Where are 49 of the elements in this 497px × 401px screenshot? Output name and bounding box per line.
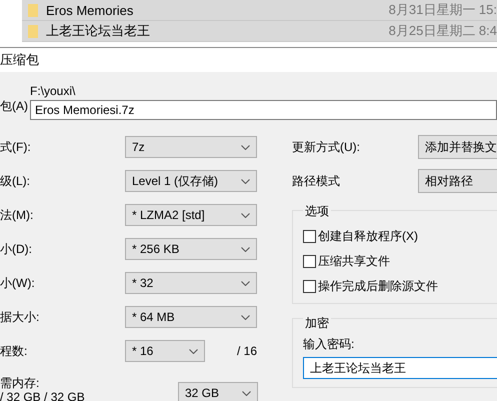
field-label: 法(M): bbox=[0, 206, 34, 224]
chevron-down-icon bbox=[241, 314, 250, 320]
dialog-title: 压缩包 bbox=[0, 51, 39, 69]
password-label: 输入密码: bbox=[303, 336, 356, 353]
dropdown[interactable]: 7z bbox=[125, 136, 257, 158]
thread-max: / 16 bbox=[237, 344, 258, 358]
archive-name-field[interactable]: Eros Memoriesi.7z bbox=[30, 100, 497, 120]
group-title: 选项 bbox=[303, 203, 331, 220]
checkbox-label[interactable]: 操作完成后删除源文件 bbox=[318, 278, 438, 295]
field-label: 式(F): bbox=[0, 138, 32, 156]
dropdown[interactable]: * 64 MB bbox=[125, 306, 257, 328]
dropdown[interactable]: * LZMA2 [std] bbox=[125, 204, 257, 226]
dropdown[interactable]: * 32 bbox=[125, 272, 257, 294]
dropdown[interactable]: * 256 KB bbox=[125, 238, 257, 260]
field-label: 路径模式 bbox=[292, 172, 341, 190]
chevron-down-icon bbox=[241, 246, 250, 252]
field-label: 据大小: bbox=[0, 308, 40, 326]
folder-icon bbox=[28, 4, 38, 16]
chevron-down-icon bbox=[241, 178, 250, 184]
checkbox[interactable] bbox=[303, 230, 316, 243]
dropdown[interactable]: 相对路径 bbox=[418, 169, 497, 193]
dropdown[interactable]: Level 1 (仅存储) bbox=[125, 170, 257, 192]
folder-icon bbox=[28, 24, 38, 38]
chevron-down-icon bbox=[241, 212, 250, 218]
checkbox-label[interactable]: 压缩共享文件 bbox=[318, 253, 390, 270]
archive-path: F:\youxi\ bbox=[30, 84, 76, 98]
field-label: 小(W): bbox=[0, 274, 36, 292]
dropdown[interactable]: * 16 bbox=[125, 340, 205, 362]
chevron-down-icon bbox=[189, 348, 198, 354]
chevron-down-icon bbox=[242, 390, 251, 396]
field-label: 程数: bbox=[0, 342, 28, 360]
field-label: 更新方式(U): bbox=[292, 138, 361, 156]
file-name[interactable]: Eros Memories bbox=[46, 2, 389, 18]
field-label: 级(L): bbox=[0, 172, 31, 190]
memory-label: 需内存: bbox=[0, 376, 40, 390]
file-name[interactable]: 上老王论坛当老王 bbox=[46, 22, 389, 40]
file-date: 8月31日星期一 15: bbox=[388, 1, 497, 19]
dropdown[interactable]: 添加并替换文 bbox=[418, 135, 497, 159]
checkbox-label[interactable]: 创建自释放程序(X) bbox=[318, 228, 418, 245]
field-label: 小(D): bbox=[0, 240, 33, 258]
chevron-down-icon bbox=[241, 144, 250, 150]
file-date: 8月25日星期二 8:4 bbox=[388, 22, 497, 40]
archive-label: 包(A) bbox=[0, 98, 29, 115]
password-field[interactable]: 上老王论坛当老王 bbox=[303, 357, 497, 379]
memory-dropdown[interactable]: 32 GB bbox=[178, 382, 258, 401]
checkbox[interactable] bbox=[303, 280, 316, 293]
chevron-down-icon bbox=[241, 280, 250, 286]
memory-detail: / 32 GB / 32 GB bbox=[0, 390, 86, 401]
checkbox[interactable] bbox=[303, 255, 316, 268]
